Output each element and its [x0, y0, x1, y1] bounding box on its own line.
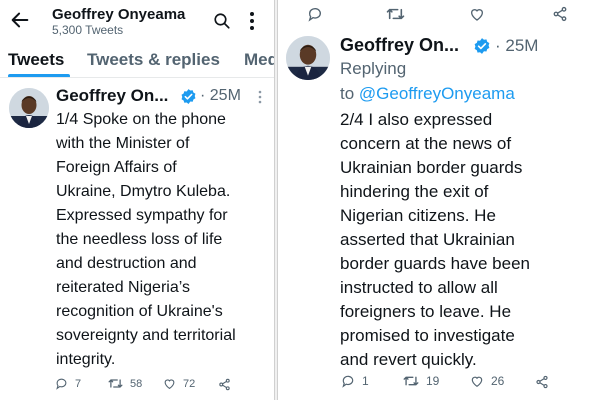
retweet-icon	[108, 379, 123, 388]
header-title: Geoffrey Onyeama	[52, 6, 186, 23]
reply-icon	[56, 378, 67, 390]
retweet-count: 19	[426, 374, 440, 388]
reply-button[interactable]: 7	[55, 377, 81, 390]
like-count: 72	[183, 377, 196, 390]
replying-to-word: to	[340, 84, 355, 103]
reply-icon	[342, 375, 354, 388]
replying-label: Replying	[340, 59, 407, 78]
retweet-button[interactable]: 19	[403, 374, 439, 388]
share-icon[interactable]	[535, 375, 549, 389]
previous-tweet-actions	[278, 0, 600, 30]
more-vertical-icon[interactable]	[248, 11, 256, 31]
like-button[interactable]: 26	[470, 374, 504, 388]
share-icon[interactable]	[218, 378, 231, 391]
profile-header-bar: Geoffrey Onyeama 5,300 Tweets	[0, 0, 274, 41]
verified-badge-icon	[474, 38, 490, 54]
tab-tweets-and-replies[interactable]: Tweets & replies	[87, 50, 220, 70]
left-screenshot-panel: Geoffrey Onyeama 5,300 Tweets Tweets Twe…	[0, 0, 274, 400]
tweet-author-name[interactable]: Geoffrey On...	[56, 86, 168, 106]
tweet-text: 2/4 I also expressed concern at the news…	[340, 110, 530, 369]
tweet-author-name[interactable]: Geoffrey On...	[340, 35, 459, 56]
tab-media[interactable]: Media	[244, 50, 274, 70]
retweet-icon[interactable]	[386, 6, 405, 22]
heart-icon	[164, 379, 175, 390]
search-icon[interactable]	[213, 12, 231, 30]
avatar[interactable]	[286, 36, 330, 80]
reply-icon[interactable]	[307, 6, 323, 22]
like-button[interactable]: 72	[163, 377, 195, 390]
avatar[interactable]	[9, 88, 49, 128]
active-tab-indicator	[8, 74, 70, 77]
tweet-more-icon[interactable]	[258, 90, 262, 104]
reply-count: 7	[75, 377, 82, 390]
retweet-button[interactable]: 58	[108, 377, 142, 390]
arrow-left-icon[interactable]	[9, 9, 31, 31]
retweet-count: 58	[130, 377, 143, 390]
heart-icon	[471, 376, 483, 387]
header-tweet-count: 5,300 Tweets	[52, 23, 124, 37]
verified-badge-icon	[181, 89, 196, 104]
like-count: 26	[491, 374, 505, 388]
tab-tweets[interactable]: Tweets	[8, 50, 64, 70]
avatar-image	[9, 88, 49, 128]
retweet-icon	[403, 376, 419, 386]
replying-handle-link[interactable]: @GeoffreyOnyeama	[359, 84, 515, 103]
replying-to-line: to @GeoffreyOnyeama	[340, 84, 515, 104]
tweet-timestamp: · 25M	[200, 87, 241, 104]
share-icon[interactable]	[552, 6, 568, 22]
avatar-image	[286, 36, 330, 80]
right-screenshot-panel: Geoffrey On... · 25M Replying to @Geoffr…	[278, 0, 600, 400]
profile-tabs: Tweets Tweets & replies Media	[0, 41, 274, 78]
tweet-timestamp: · 25M	[495, 36, 539, 55]
reply-count: 1	[362, 374, 369, 388]
tweet-text: 1/4 Spoke on the phone with the Minister…	[56, 111, 236, 368]
reply-button[interactable]: 1	[341, 374, 369, 388]
heart-icon[interactable]	[469, 6, 485, 22]
